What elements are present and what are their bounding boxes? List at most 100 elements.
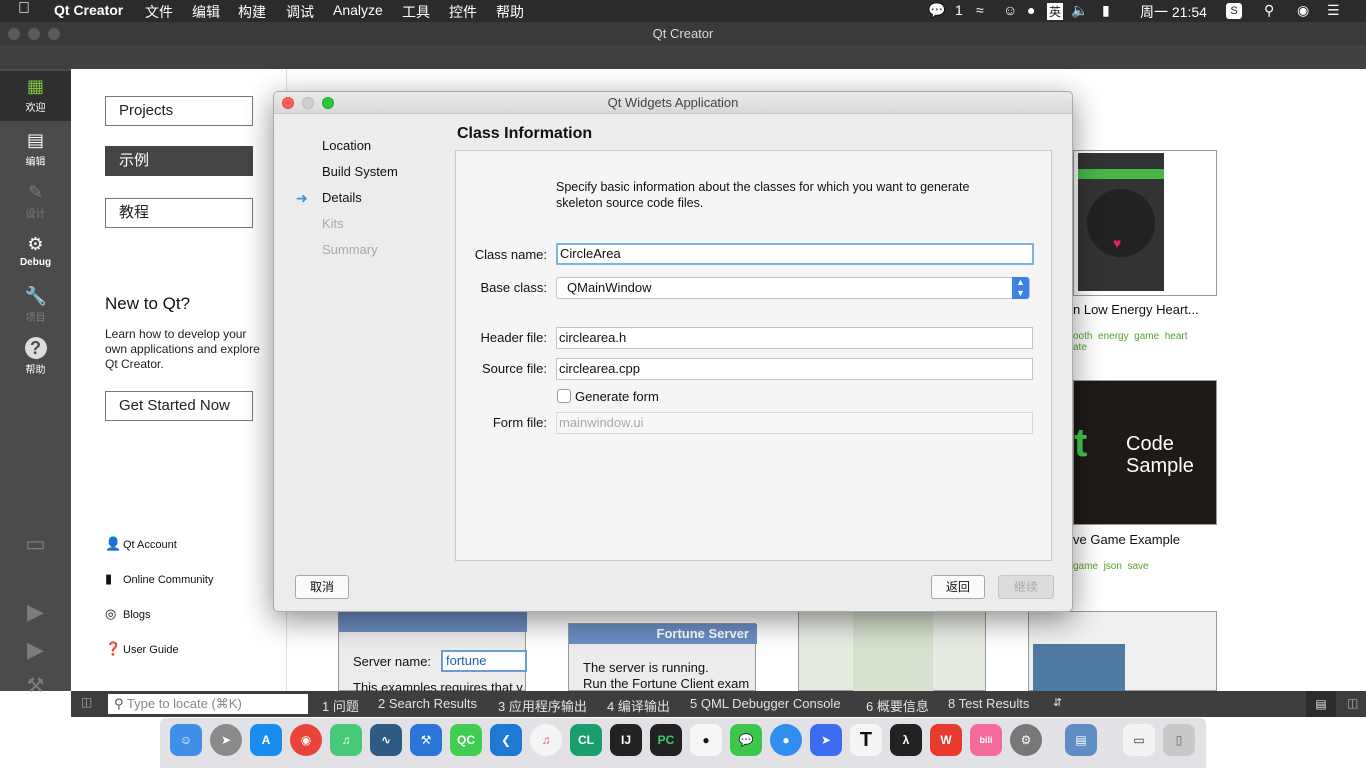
menu-build[interactable]: 构建 xyxy=(238,2,266,22)
pane-test-results[interactable]: 8 Test Results xyxy=(948,696,1029,711)
tag[interactable]: json xyxy=(1104,561,1122,572)
user-guide-link[interactable]: ❓ User Guide xyxy=(105,641,179,657)
tag[interactable]: ooth xyxy=(1073,331,1092,342)
menu-edit[interactable]: 编辑 xyxy=(192,2,220,22)
trash-icon[interactable]: ▯ xyxy=(1163,724,1195,756)
minimize-window-button[interactable] xyxy=(28,28,40,40)
battery-icon[interactable]: ▮ xyxy=(1102,2,1110,19)
tag[interactable]: save xyxy=(1128,561,1149,572)
kit-selector-icon[interactable]: ▭ xyxy=(0,531,71,581)
clock[interactable]: 周一 21:54 xyxy=(1140,2,1207,22)
example-thumbnail-save-game[interactable]: t Code Sample xyxy=(1073,380,1217,525)
example-title-heart[interactable]: n Low Energy Heart... xyxy=(1073,302,1199,317)
bilibili-icon[interactable]: bili xyxy=(970,724,1002,756)
example-thumbnail-heart[interactable]: ♥ xyxy=(1073,150,1217,296)
menu-file[interactable]: 文件 xyxy=(145,2,173,22)
apple-icon[interactable]:  xyxy=(18,0,30,18)
music-icon[interactable]: ♫ xyxy=(330,724,362,756)
menu-widgets[interactable]: 控件 xyxy=(449,2,477,22)
xcode-icon[interactable]: ⚒ xyxy=(410,724,442,756)
search-icon[interactable]: ⚲ xyxy=(1264,2,1274,19)
output-toggle-icon[interactable]: ▤ xyxy=(1306,691,1336,717)
pane-general-messages[interactable]: 6 概要信息 xyxy=(866,696,929,715)
menu-help[interactable]: 帮助 xyxy=(496,2,524,22)
toggle-sidebar-icon[interactable]: ◫ xyxy=(81,695,92,709)
tag[interactable]: heart xyxy=(1165,331,1188,342)
cancel-button[interactable]: 取消 xyxy=(295,575,349,599)
microphone-icon[interactable]: ● xyxy=(1027,2,1035,18)
close-window-button[interactable] xyxy=(8,28,20,40)
notification-center-icon[interactable]: ☰ xyxy=(1327,2,1340,19)
launchpad-icon[interactable]: ➤ xyxy=(210,724,242,756)
clion-icon[interactable]: CL xyxy=(570,724,602,756)
itunes-icon[interactable]: ♫ xyxy=(530,724,562,756)
more-panes-icon[interactable]: ⇵ xyxy=(1053,696,1062,709)
example-thumbnail-map[interactable] xyxy=(798,611,986,692)
mode-edit[interactable]: ▤ 编辑 xyxy=(0,125,71,175)
qt-creator-icon[interactable]: QC xyxy=(450,724,482,756)
mode-projects[interactable]: 🔧 项目 xyxy=(0,281,71,331)
zoom-window-button[interactable] xyxy=(48,28,60,40)
example-thumbnail-fortune-client[interactable]: Server name: fortune This examples requi… xyxy=(338,611,527,695)
examples-button[interactable]: 示例 xyxy=(105,146,253,176)
s-app-icon[interactable]: S xyxy=(1226,3,1242,19)
pane-issues[interactable]: 1 问题 xyxy=(322,696,359,715)
input-method[interactable]: 英 xyxy=(1047,3,1064,20)
dialog-close-button[interactable] xyxy=(282,97,294,109)
example-thumbnail-animation[interactable] xyxy=(1028,611,1217,692)
qt-account-link[interactable]: 👤 Qt Account xyxy=(105,536,177,552)
header-file-input[interactable]: circlearea.h xyxy=(556,327,1033,349)
base-class-select[interactable]: QMainWindow ▲ ▼ xyxy=(556,277,1030,299)
chrome-window-icon[interactable]: ▭ xyxy=(1123,724,1155,756)
tag[interactable]: game xyxy=(1134,331,1159,342)
smiley-icon[interactable]: ☺ xyxy=(1003,2,1017,18)
mode-debug[interactable]: ⚙ Debug xyxy=(0,229,71,279)
mode-welcome[interactable]: ▦ 欢迎 xyxy=(0,71,71,121)
pane-application-output[interactable]: 3 应用程序输出 xyxy=(498,696,587,715)
mysql-workbench-icon[interactable]: ∿ xyxy=(370,724,402,756)
dialog-zoom-button[interactable] xyxy=(322,97,334,109)
projects-button[interactable]: Projects xyxy=(105,96,253,126)
example-title-save-game[interactable]: ve Game Example xyxy=(1073,532,1180,547)
acrobat-icon[interactable]: λ xyxy=(890,724,922,756)
dingtalk-icon[interactable]: ● xyxy=(770,724,802,756)
generate-form-checkbox[interactable] xyxy=(557,389,571,403)
pane-qml-debugger-console[interactable]: 5 QML Debugger Console xyxy=(690,696,841,711)
intellij-idea-icon[interactable]: IJ xyxy=(610,724,642,756)
mode-design[interactable]: ✎ 设计 xyxy=(0,177,71,227)
pane-search-results[interactable]: 2 Search Results xyxy=(378,696,477,711)
preview-icon[interactable]: ▤ xyxy=(1065,724,1097,756)
menu-tools[interactable]: 工具 xyxy=(402,2,430,22)
tag[interactable]: energy xyxy=(1098,331,1129,342)
app-menu[interactable]: Qt Creator xyxy=(54,2,123,18)
get-started-button[interactable]: Get Started Now xyxy=(105,391,253,421)
qq-icon[interactable]: ● xyxy=(690,724,722,756)
app-store-icon[interactable]: A xyxy=(250,724,282,756)
pycharm-icon[interactable]: PC xyxy=(650,724,682,756)
vscode-icon[interactable]: ❮ xyxy=(490,724,522,756)
finder-icon[interactable]: ☺ xyxy=(170,724,202,756)
lark-icon[interactable]: ➤ xyxy=(810,724,842,756)
siri-icon[interactable]: ◉ xyxy=(1297,2,1309,19)
wechat-status-icon[interactable]: 💬 xyxy=(928,2,945,19)
volume-icon[interactable]: 🔈 xyxy=(1071,2,1088,19)
wps-icon[interactable]: W xyxy=(930,724,962,756)
build-hammer-icon[interactable]: ⚒ xyxy=(0,673,71,723)
locator-input[interactable]: ⚲ Type to locate (⌘K) xyxy=(108,694,308,714)
wifi-icon[interactable]: ≈ xyxy=(976,2,984,18)
typora-icon[interactable]: T xyxy=(850,724,882,756)
back-button[interactable]: 返回 xyxy=(931,575,985,599)
source-file-input[interactable]: circlearea.cpp xyxy=(556,358,1033,380)
pane-compile-output[interactable]: 4 编译输出 xyxy=(607,696,670,715)
example-thumbnail-fortune-server[interactable]: Fortune Server The server is running. Ru… xyxy=(568,623,757,691)
right-sidebar-icon[interactable]: ◫ xyxy=(1347,696,1358,710)
tag[interactable]: game xyxy=(1073,561,1098,572)
chrome-icon[interactable]: ◉ xyxy=(290,724,322,756)
menu-debug[interactable]: 调试 xyxy=(286,2,314,22)
wechat-icon[interactable]: 💬 xyxy=(730,724,762,756)
system-preferences-icon[interactable]: ⚙ xyxy=(1010,724,1042,756)
tutorials-button[interactable]: 教程 xyxy=(105,198,253,228)
tag[interactable]: ate xyxy=(1073,342,1087,353)
generate-form-label[interactable]: Generate form xyxy=(575,389,659,404)
blogs-link[interactable]: ◎ Blogs xyxy=(105,606,151,622)
